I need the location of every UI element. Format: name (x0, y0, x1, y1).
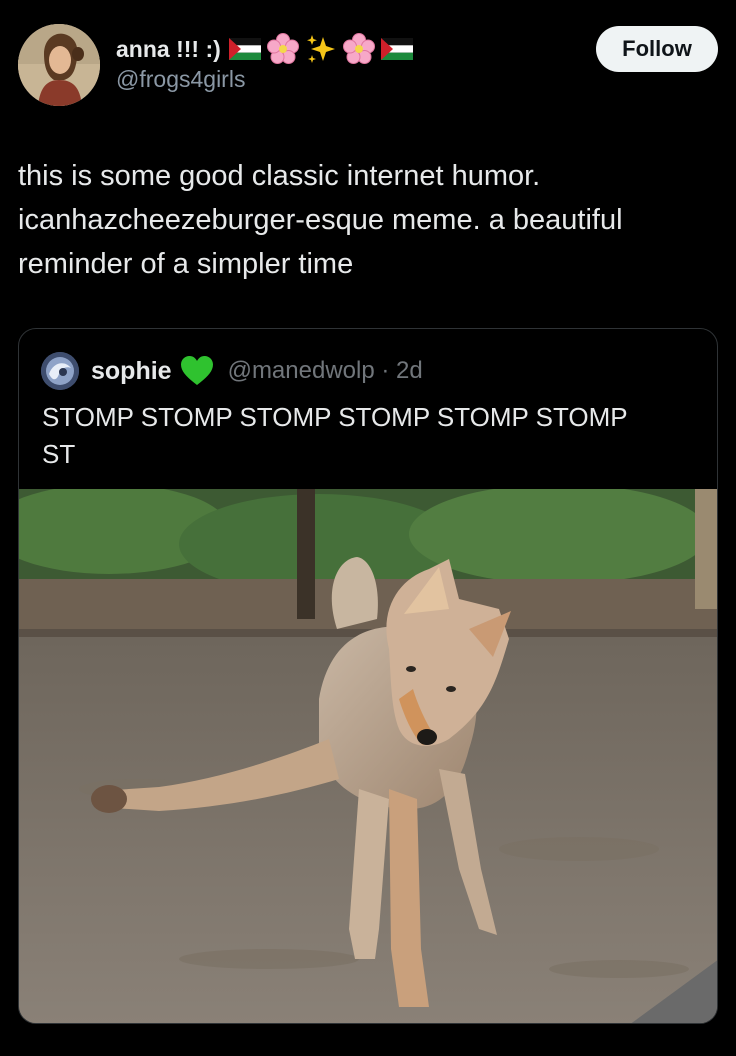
author-avatar[interactable] (18, 24, 100, 106)
tweet-header: anna !!! :) @frogs4girls Follow (18, 24, 718, 108)
wolf-photo[interactable] (19, 484, 717, 1023)
tweet-text: this is some good classic internet humor… (18, 160, 623, 280)
author-display-name[interactable]: anna !!! :) (116, 36, 221, 63)
quote-author-avatar[interactable] (41, 352, 79, 390)
name-emojis (228, 33, 413, 65)
sparkles-icon (305, 33, 337, 65)
cherry-blossom-icon (342, 33, 375, 65)
quoted-tweet[interactable]: sophie @manedwolp · 2d STOMP STOMP STOMP… (18, 328, 718, 1024)
quote-handle-time[interactable]: @manedwolp · 2d (228, 357, 423, 385)
follow-button[interactable]: Follow (596, 26, 718, 72)
green-heart-icon (180, 355, 214, 387)
quote-author-display-name[interactable]: sophie (91, 357, 172, 386)
palestine-flag-icon (380, 38, 413, 60)
cherry-blossom-icon (266, 33, 299, 65)
palestine-flag-icon (228, 38, 261, 60)
author-handle[interactable]: @frogs4girls (116, 66, 413, 93)
quote-header: sophie @manedwolp · 2d (41, 351, 423, 391)
quote-text: STOMP STOMP STOMP STOMP STOMP STOMP ST (42, 402, 628, 469)
